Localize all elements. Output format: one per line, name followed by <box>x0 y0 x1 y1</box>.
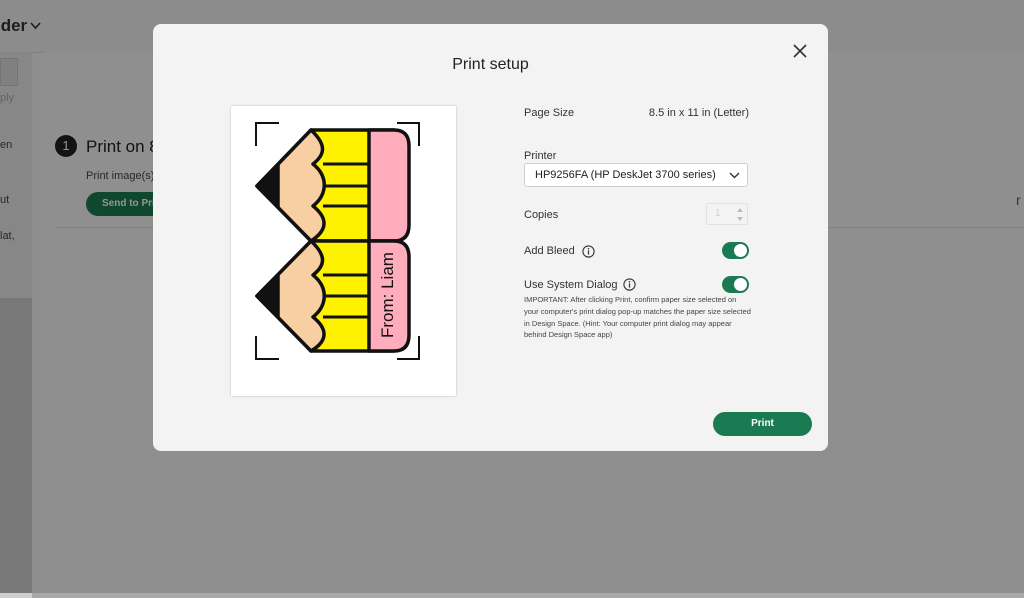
page-size-value: 8.5 in x 11 in (Letter) <box>648 107 749 119</box>
add-bleed-label: Add Bleed <box>524 245 575 257</box>
preview-artwork: From: Liam <box>255 122 420 360</box>
printer-select[interactable]: HP9256FA (HP DeskJet 3700 series) <box>524 163 748 187</box>
printer-selected-value: HP9256FA (HP DeskJet 3700 series) <box>535 169 716 181</box>
chevron-down-icon <box>729 172 740 179</box>
toggle-knob <box>734 244 747 257</box>
copies-stepper[interactable]: 1 <box>706 203 748 225</box>
info-icon[interactable] <box>582 245 595 258</box>
print-preview: From: Liam <box>231 106 456 396</box>
printer-label: Printer <box>524 150 557 162</box>
copies-label: Copies <box>524 209 559 221</box>
close-icon[interactable] <box>791 42 809 60</box>
print-button[interactable]: Print <box>713 412 812 436</box>
important-note: IMPORTANT: After clicking Print, confirm… <box>524 295 751 340</box>
add-bleed-toggle[interactable] <box>722 242 749 259</box>
print-setup-dialog: Print setup From: Liam Page Size 8.5 in … <box>153 24 828 451</box>
pencil-top <box>255 128 411 243</box>
toggle-knob <box>734 278 747 291</box>
dialog-title: Print setup <box>452 56 529 73</box>
system-dialog-toggle[interactable] <box>722 276 749 293</box>
info-icon[interactable] <box>623 278 636 291</box>
copies-value: 1 <box>715 208 721 219</box>
system-dialog-label: Use System Dialog <box>524 279 618 291</box>
pencil-label-text: From: Liam <box>378 252 397 338</box>
page-size-label: Page Size <box>524 107 575 119</box>
stepper-arrows-icon[interactable] <box>735 206 745 223</box>
